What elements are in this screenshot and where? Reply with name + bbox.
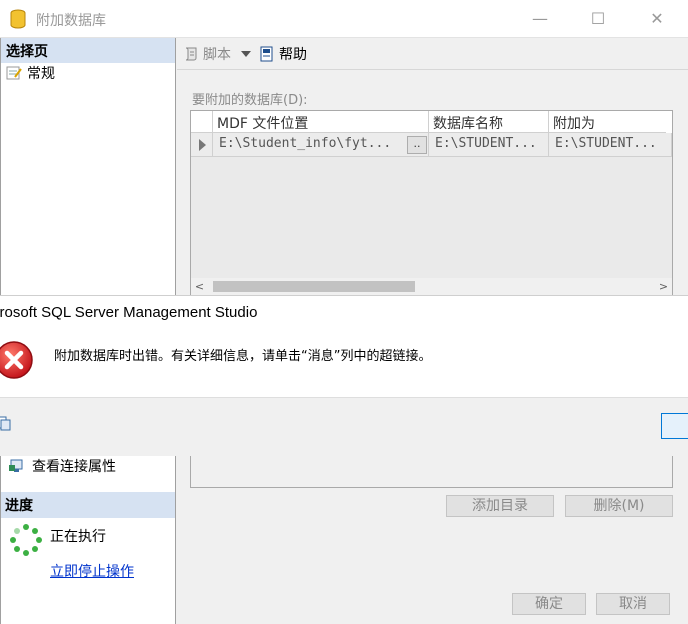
databases-to-attach-label: 要附加的数据库(D):: [192, 93, 308, 108]
scroll-right-arrow-icon[interactable]: >: [655, 278, 672, 295]
scrollbar-thumb[interactable]: [213, 281, 415, 292]
progress-status-label: 正在执行: [50, 529, 106, 545]
cancel-button[interactable]: 取消: [596, 593, 670, 615]
attach-databases-grid: MDF 文件位置 数据库名称 附加为 E:\Student_info\fyt..…: [190, 110, 673, 296]
progress-status: 正在执行: [10, 524, 106, 556]
script-dropdown-arrow[interactable]: [241, 50, 251, 57]
error-dialog-footer: [0, 397, 688, 456]
script-button[interactable]: 脚本: [183, 44, 231, 64]
grid-horizontal-scrollbar[interactable]: < >: [191, 278, 672, 295]
column-header-attach-as[interactable]: 附加为: [549, 111, 669, 133]
minimize-button[interactable]: —: [527, 6, 553, 32]
sidebar-item-label: 常规: [27, 66, 55, 82]
scroll-left-arrow-icon[interactable]: <: [191, 278, 208, 295]
copy-icon[interactable]: [0, 415, 12, 431]
database-details-grid: [190, 452, 673, 488]
row-header-corner: [191, 111, 213, 133]
add-catalog-button[interactable]: 添加目录: [446, 495, 554, 517]
error-dialog: crosoft SQL Server Management Studio 附加数…: [0, 295, 688, 456]
help-button[interactable]: 帮助: [259, 44, 307, 64]
error-message: 附加数据库时出错。有关详细信息，请单击“消息”列中的超链接。: [54, 349, 432, 364]
error-dialog-title: crosoft SQL Server Management Studio: [0, 304, 258, 321]
script-label: 脚本: [203, 46, 231, 63]
browse-mdf-button[interactable]: ..: [407, 136, 427, 154]
connection-properties-icon: [9, 459, 23, 472]
stop-operation-link[interactable]: 立即停止操作: [50, 561, 134, 581]
spinner-icon: [10, 524, 42, 556]
column-header-db-name[interactable]: 数据库名称: [429, 111, 549, 133]
view-connection-properties-link[interactable]: 查看连接属性: [8, 456, 116, 476]
help-label: 帮助: [279, 46, 307, 63]
maximize-button[interactable]: ☐: [585, 6, 611, 32]
help-icon: [260, 46, 273, 61]
toolbar: 脚本 帮助: [177, 38, 688, 70]
cell-attach-as[interactable]: E:\STUDENT...: [549, 133, 672, 157]
connection-link-label: 查看连接属性: [32, 459, 116, 475]
ok-button[interactable]: 确定: [512, 593, 586, 615]
remove-button[interactable]: 删除(M): [565, 495, 673, 517]
properties-icon: [6, 66, 22, 80]
close-button[interactable]: ✕: [644, 6, 670, 32]
cell-mdf-location[interactable]: E:\Student_info\fyt...: [213, 133, 429, 157]
row-selector-icon[interactable]: [191, 133, 213, 157]
error-dialog-body: 附加数据库时出错。有关详细信息，请单击“消息”列中的超链接。: [0, 327, 688, 395]
column-header-mdf[interactable]: MDF 文件位置: [213, 111, 429, 133]
sidebar-item-general[interactable]: 常规: [1, 63, 175, 83]
script-icon: [185, 47, 197, 60]
window-titlebar: 附加数据库 — ☐ ✕: [0, 0, 688, 38]
dialog-ok-button[interactable]: [661, 413, 688, 439]
select-page-header: 选择页: [1, 38, 175, 63]
window-title: 附加数据库: [36, 13, 106, 29]
error-icon: [0, 341, 33, 379]
database-icon: [10, 9, 26, 29]
cell-database-name[interactable]: E:\STUDENT...: [429, 133, 549, 157]
grid-vertical-scrollbar[interactable]: [666, 111, 672, 133]
progress-header: 进度: [1, 492, 175, 518]
